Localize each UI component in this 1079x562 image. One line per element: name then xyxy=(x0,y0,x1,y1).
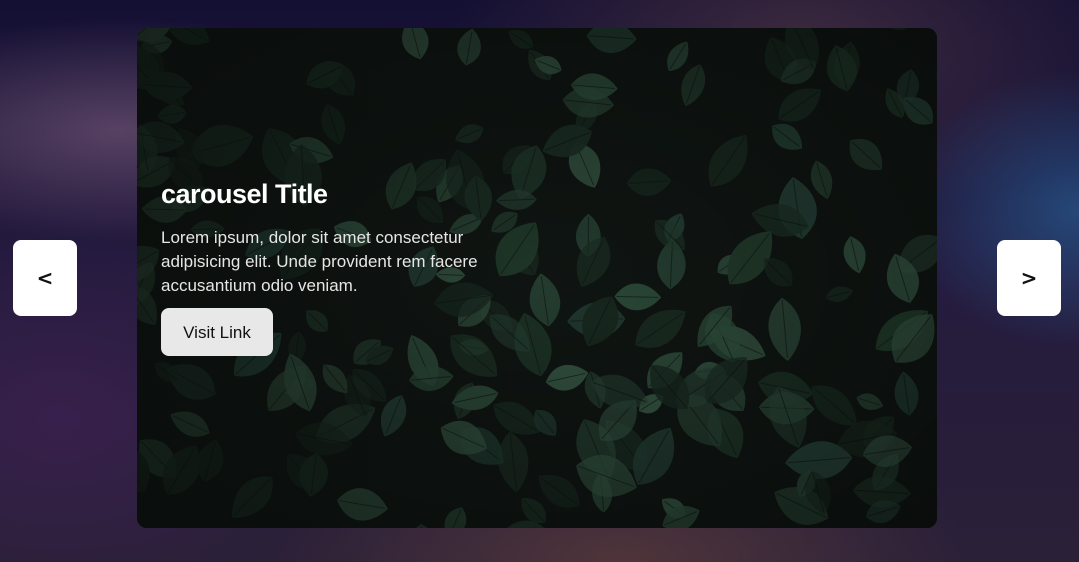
carousel-slide: carousel Title Lorem ipsum, dolor sit am… xyxy=(137,28,937,528)
slide-description: Lorem ipsum, dolor sit amet consectetur … xyxy=(161,228,478,295)
previous-slide-button[interactable]: < xyxy=(13,240,77,316)
visit-link-button[interactable]: Visit Link xyxy=(161,308,273,356)
slide-caption: carousel Title Lorem ipsum, dolor sit am… xyxy=(161,174,501,356)
chevron-left-icon: < xyxy=(36,266,54,290)
next-slide-button[interactable]: > xyxy=(997,240,1061,316)
chevron-right-icon: > xyxy=(1020,266,1038,290)
slide-title: carousel Title xyxy=(161,179,328,209)
